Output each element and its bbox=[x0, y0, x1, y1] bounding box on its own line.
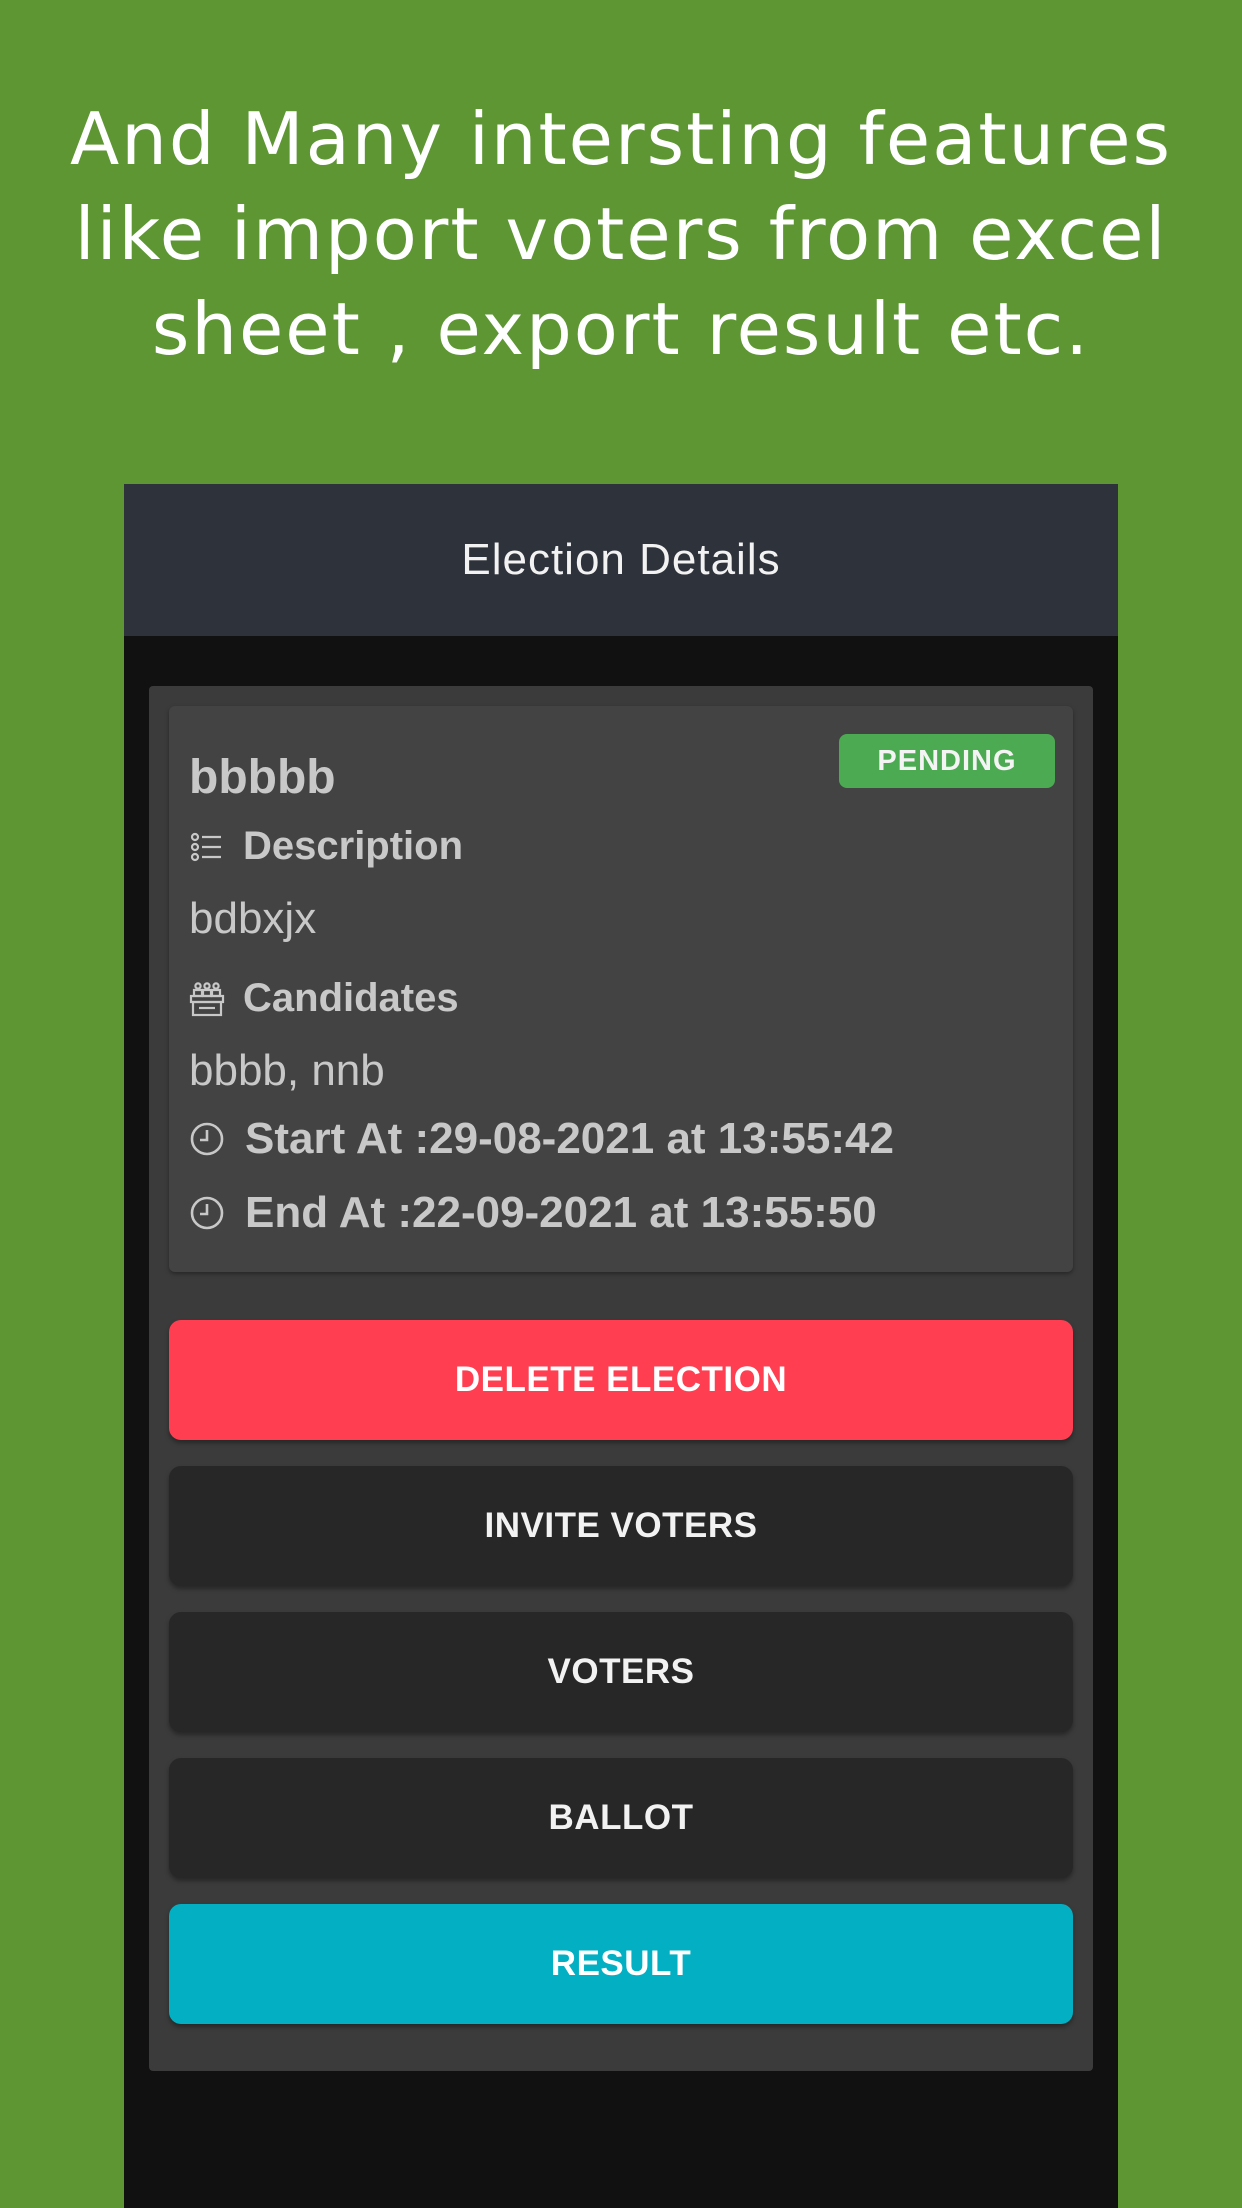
voters-button[interactable]: VOTERS bbox=[169, 1612, 1073, 1732]
start-row: Start At :29-08-2021 at 13:55:42 bbox=[189, 1114, 894, 1164]
election-name: bbbbb bbox=[189, 751, 336, 804]
promo-headline: And Many intersting features like import… bbox=[40, 92, 1202, 377]
result-button[interactable]: RESULT bbox=[169, 1904, 1073, 2024]
delete-election-button[interactable]: DELETE ELECTION bbox=[169, 1320, 1073, 1440]
start-time: Start At :29-08-2021 at 13:55:42 bbox=[245, 1114, 894, 1163]
invite-voters-button[interactable]: INVITE VOTERS bbox=[169, 1466, 1073, 1586]
ballot-box-icon bbox=[189, 981, 225, 1017]
app-bar: Election Details bbox=[124, 484, 1118, 636]
description-label: Description bbox=[243, 824, 464, 868]
candidates-value: bbbb, nnb bbox=[189, 1046, 385, 1095]
list-icon bbox=[189, 829, 225, 865]
candidates-row: bbbb, nnb bbox=[189, 1046, 385, 1096]
promo-line: And Many intersting features bbox=[69, 97, 1173, 181]
clock-icon bbox=[189, 1195, 225, 1231]
promo-line: like import voters from excel bbox=[74, 192, 1168, 276]
description-row: bdbxjx bbox=[189, 894, 316, 944]
clock-icon bbox=[189, 1121, 225, 1157]
end-time: End At :22-09-2021 at 13:55:50 bbox=[245, 1188, 877, 1237]
election-card: bbbbb PENDING Description bdbxjx Candida… bbox=[169, 706, 1073, 1272]
phone-screen: Election Details bbbbb PENDING Descripti… bbox=[124, 484, 1118, 2208]
page-title: Election Details bbox=[461, 535, 781, 584]
ballot-button[interactable]: BALLOT bbox=[169, 1758, 1073, 1878]
end-row: End At :22-09-2021 at 13:55:50 bbox=[189, 1188, 877, 1238]
description-value: bdbxjx bbox=[189, 894, 317, 943]
candidates-header: Candidates bbox=[189, 976, 459, 1021]
description-header: Description bbox=[189, 824, 463, 869]
status-badge: PENDING bbox=[839, 734, 1055, 788]
candidates-label: Candidates bbox=[243, 976, 459, 1020]
election-panel: bbbbb PENDING Description bdbxjx Candida… bbox=[149, 686, 1093, 2071]
promo-line: sheet , export result etc. bbox=[151, 287, 1091, 371]
